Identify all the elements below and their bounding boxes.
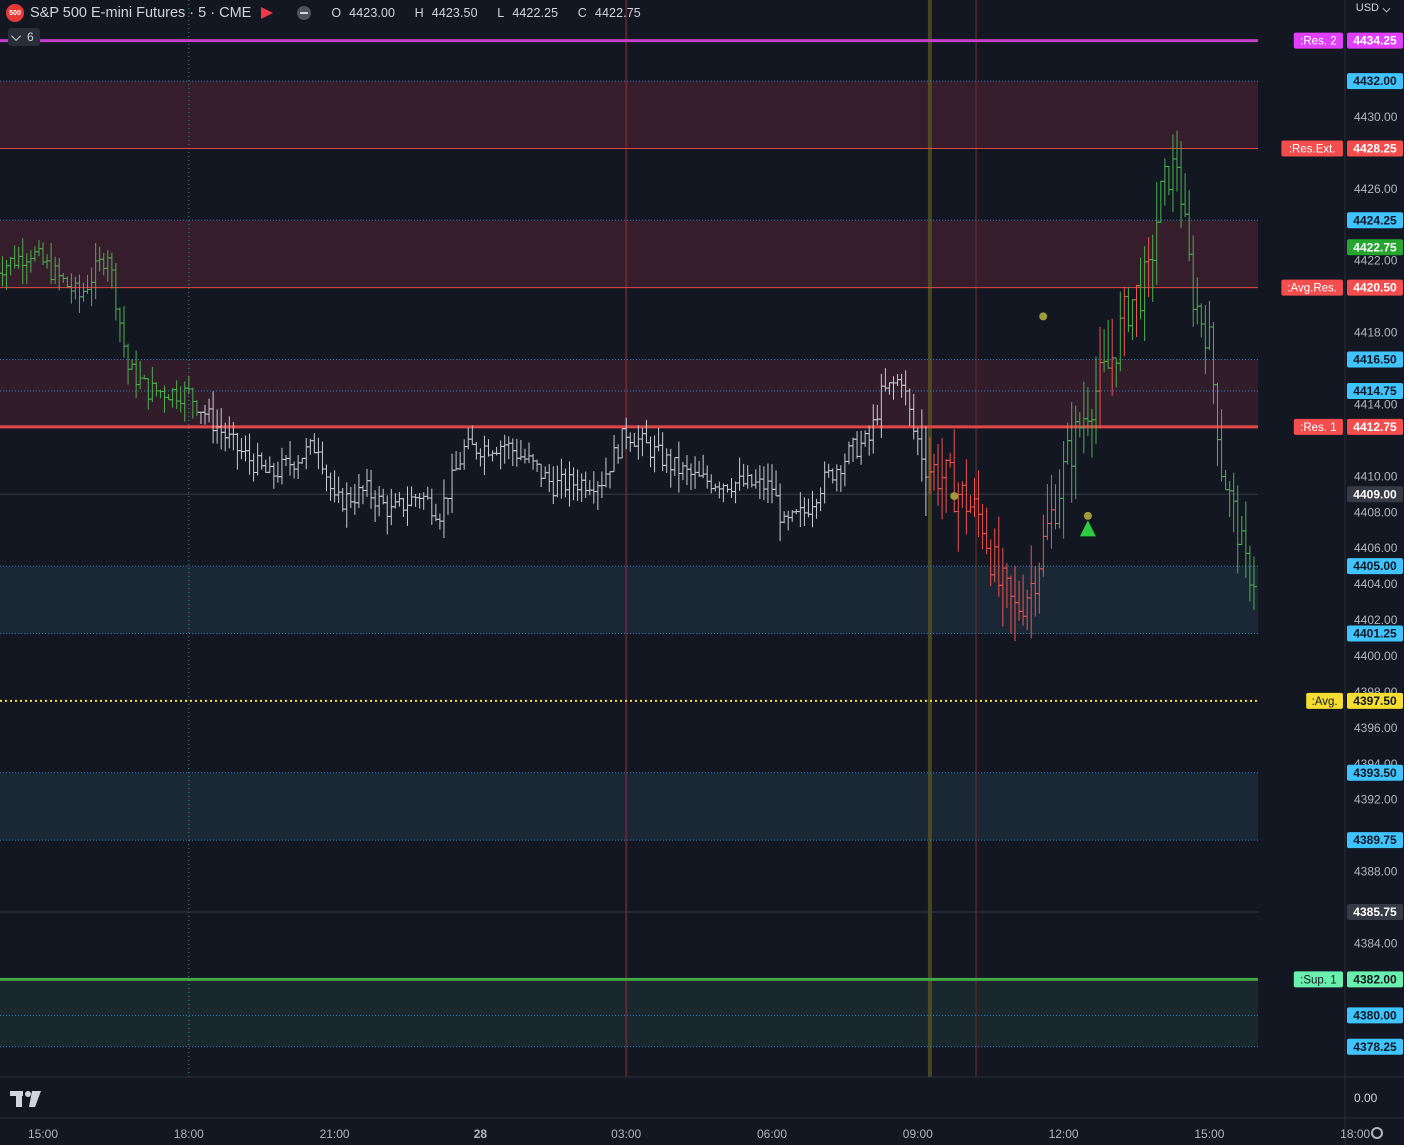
x-tick-label: 12:00	[1049, 1127, 1079, 1141]
y-tick-label: 4430.00	[1354, 110, 1398, 124]
y-tick-label: 4422.00	[1354, 254, 1398, 268]
level-name-label: :Res. 2	[1300, 36, 1336, 48]
x-tick-label: 18:00	[1340, 1127, 1370, 1141]
y-tick-label: 4404.00	[1354, 577, 1398, 591]
gear-icon[interactable]	[1371, 1127, 1383, 1139]
tradingview-logo-icon[interactable]	[10, 1090, 42, 1108]
indicators-toggle-button[interactable]: 6	[8, 28, 40, 46]
price-tag-value: 4382.00	[1353, 972, 1397, 986]
y-tick-label: 4388.00	[1354, 865, 1398, 879]
buy-signal-triangle-icon	[1079, 520, 1096, 537]
signal-dot	[1083, 511, 1092, 520]
price-tag-value: 4393.50	[1353, 766, 1397, 780]
price-tag-value: 4378.25	[1353, 1040, 1397, 1054]
y-tick-label: 4392.00	[1354, 793, 1398, 807]
price-tag-value: 4412.75	[1353, 420, 1397, 434]
y-tick-label: 4384.00	[1354, 936, 1398, 950]
price-tag-value: 4401.25	[1353, 627, 1397, 641]
price-tag-value: 4434.25	[1353, 34, 1397, 48]
price-tag-value: 4420.50	[1353, 281, 1397, 295]
price-tag-value: 4409.00	[1353, 487, 1397, 501]
symbol-title[interactable]: S&P 500 E-mini Futures · 5 · CME	[30, 5, 251, 21]
level-zone	[0, 81, 1258, 149]
level-zone	[0, 772, 1258, 841]
indicator-count: 6	[27, 30, 34, 44]
level-name-label: :Res.Ext.	[1289, 143, 1336, 155]
flag-icon[interactable]	[261, 7, 274, 19]
price-tag-value: 4422.75	[1353, 240, 1397, 254]
currency-selector[interactable]: USD	[1355, 2, 1391, 14]
y-tick-label: 4406.00	[1354, 541, 1398, 555]
x-tick-label: 09:00	[903, 1127, 933, 1141]
ohlc-low: L 4422.25	[497, 6, 559, 20]
ohlc-values: O 4423.00 H 4423.50 L 4422.25 C 4422.75	[331, 6, 656, 20]
ohlc-open: O 4423.00	[331, 6, 396, 20]
y-tick-label: 4410.00	[1354, 469, 1398, 483]
y-tick-label: 4418.00	[1354, 326, 1398, 340]
price-chart[interactable]: 4430.00 4426.00 4422.00 4418.00 4414.00 4410.…	[0, 0, 1404, 1145]
y-tick-label: 4402.00	[1354, 613, 1398, 627]
y-tick-label: 4414.00	[1354, 397, 1398, 411]
chevron-down-icon	[11, 30, 22, 41]
price-tag-value: 4385.75	[1353, 905, 1397, 919]
level-name-label: :Sup. 1	[1300, 974, 1336, 986]
level-name-label: :Res. 1	[1300, 422, 1336, 434]
x-tick-label: 21:00	[320, 1127, 350, 1141]
chart-legend-header: 500 S&P 500 E-mini Futures · 5 · CME O 44…	[6, 3, 657, 23]
price-tag-value: 4424.25	[1353, 213, 1397, 227]
price-tag-value: 4432.00	[1353, 74, 1397, 88]
chevron-down-icon	[1382, 4, 1391, 12]
level-name-label: :Avg.Res.	[1287, 283, 1337, 295]
y-tick-label: 4426.00	[1354, 182, 1398, 196]
price-tag-value: 4405.00	[1353, 559, 1397, 573]
price-tag-value: 4380.00	[1353, 1008, 1397, 1022]
x-tick-label: 15:00	[1194, 1127, 1224, 1141]
market-status-icon[interactable]	[297, 6, 312, 20]
x-tick-label: 15:00	[28, 1127, 58, 1141]
symbol-logo-icon[interactable]: 500	[6, 4, 24, 22]
currency-label: USD	[1355, 2, 1379, 14]
level-name-label: :Avg.	[1312, 696, 1338, 708]
x-tick-label: 28	[474, 1127, 488, 1141]
signal-dot	[950, 492, 959, 501]
level-zone	[0, 220, 1258, 288]
pane-zero-label: 0.00	[1354, 1091, 1378, 1105]
ohlc-close: C 4422.75	[577, 6, 641, 20]
price-tag-value: 4416.50	[1353, 353, 1397, 367]
price-tag-value: 4414.75	[1353, 384, 1397, 398]
price-tag-value: 4397.50	[1353, 694, 1397, 708]
signal-dot	[1039, 312, 1048, 321]
y-tick-label: 4408.00	[1354, 505, 1398, 519]
x-tick-label: 06:00	[757, 1127, 787, 1141]
price-tag-value: 4428.25	[1353, 141, 1397, 155]
x-tick-label: 03:00	[611, 1127, 641, 1141]
y-tick-label: 4400.00	[1354, 649, 1398, 663]
ohlc-high: H 4423.50	[414, 6, 478, 20]
x-tick-label: 18:00	[174, 1127, 204, 1141]
price-tag-value: 4389.75	[1353, 833, 1397, 847]
y-tick-label: 4396.00	[1354, 721, 1398, 735]
